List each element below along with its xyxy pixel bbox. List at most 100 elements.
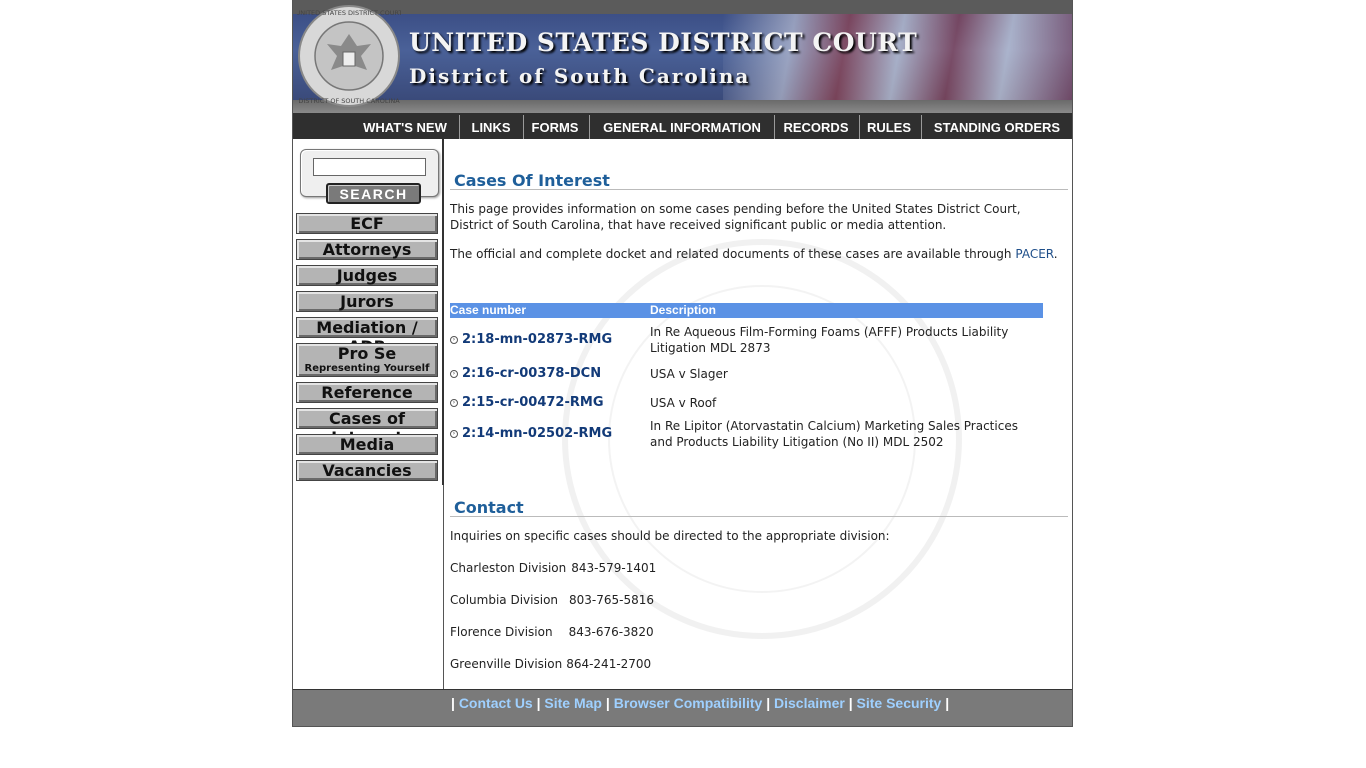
sidebar-item-label: ECF <box>350 214 384 233</box>
nav-standing-orders[interactable]: STANDING ORDERS <box>927 113 1067 139</box>
nav-rules[interactable]: RULES <box>864 113 914 139</box>
footer-link-site-map[interactable]: Site Map <box>544 695 602 711</box>
footer-separator: | <box>945 695 950 711</box>
nav-separator <box>459 115 460 139</box>
sidebar-item-cases-of-interest[interactable]: Cases of Interest <box>296 408 438 447</box>
footer-separator: | <box>451 695 455 711</box>
table-row: › 2:15-cr-00472-RMG USA v Roof <box>450 394 1043 414</box>
search-panel: SEARCH <box>300 149 439 204</box>
nav-links[interactable]: LINKS <box>464 113 518 139</box>
case-link[interactable]: 2:15-cr-00472-RMG <box>462 395 603 410</box>
case-description: In Re Lipitor (Atorvastatin Calcium) Mar… <box>650 419 1018 449</box>
search-input[interactable] <box>313 158 426 176</box>
column-header-case-number: Case number <box>450 303 527 317</box>
sidebar-item-label: Vacancies <box>322 461 412 480</box>
docket-sentence: The official and complete docket and rel… <box>450 247 1016 261</box>
division-name: Florence Division <box>450 625 553 639</box>
sidebar-item-label: Reference <box>321 383 413 402</box>
division-phone: 843-676-3820 <box>568 625 654 639</box>
table-row: › 2:14-mn-02502-RMG In Re Lipitor (Atorv… <box>450 418 1043 450</box>
page-frame: UNITED STATES DISTRICT COURT DISTRICT OF… <box>292 0 1073 727</box>
case-link[interactable]: 2:18-mn-02873-RMG <box>462 332 612 347</box>
header-banner: UNITED STATES DISTRICT COURT DISTRICT OF… <box>293 0 1072 113</box>
bullet-icon: › <box>450 370 458 378</box>
footer-link-browser-compatibility[interactable]: Browser Compatibility <box>614 695 763 711</box>
sidebar-item-label: Jurors <box>340 292 394 311</box>
intro-text: This page provides information on some c… <box>450 202 1021 232</box>
footer-separator: | <box>766 695 771 711</box>
division-contact: Columbia Division 803-765-5816 <box>450 593 654 607</box>
search-button[interactable]: SEARCH <box>326 183 421 204</box>
bullet-icon: › <box>450 430 458 438</box>
division-phone: 803-765-5816 <box>569 593 655 607</box>
heading-divider <box>450 189 1068 190</box>
docket-period: . <box>1053 247 1058 261</box>
contact-heading: Contact <box>454 498 524 517</box>
sidebar-item-sublabel: Representing Yourself <box>304 363 430 374</box>
svg-text:UNITED STATES DISTRICT COURT: UNITED STATES DISTRICT COURT <box>297 9 401 17</box>
sidebar-item-judges[interactable]: Judges <box>296 265 438 286</box>
contact-divider <box>450 516 1068 517</box>
case-description: USA v Slager <box>650 367 728 381</box>
case-link[interactable]: 2:14-mn-02502-RMG <box>462 426 612 441</box>
division-contact: Greenville Division 864-241-2700 <box>450 657 651 671</box>
footer-link-contact-us[interactable]: Contact Us <box>459 695 533 711</box>
district-title: District of South Carolina <box>409 64 751 88</box>
pacer-link[interactable]: PACER <box>1015 247 1053 261</box>
top-navigation: WHAT'S NEW LINKS FORMS GENERAL INFORMATI… <box>293 113 1072 139</box>
nav-general-information[interactable]: GENERAL INFORMATION <box>595 113 769 139</box>
table-row: › 2:16-cr-00378-DCN USA v Slager <box>450 365 1043 385</box>
division-phone: 864-241-2700 <box>566 657 652 671</box>
division-name: Charleston Division <box>450 561 567 575</box>
sidebar-item-label: Attorneys <box>322 240 412 259</box>
sidebar-item-vacancies[interactable]: Vacancies <box>296 460 438 481</box>
nav-forms[interactable]: FORMS <box>527 113 583 139</box>
division-name: Columbia Division <box>450 593 559 607</box>
bullet-icon: › <box>450 399 458 407</box>
sidebar-item-label: Judges <box>336 266 398 285</box>
sidebar-item-media[interactable]: Media <box>296 434 438 455</box>
case-description: In Re Aqueous Film-Forming Foams (AFFF) … <box>650 325 1009 355</box>
nav-separator <box>589 115 590 139</box>
table-header: Case number Description <box>450 303 1043 318</box>
sidebar-item-attorneys[interactable]: Attorneys <box>296 239 438 260</box>
nav-separator <box>774 115 775 139</box>
sidebar-item-ecf[interactable]: ECF <box>296 213 438 234</box>
main-content: Cases Of Interest This page provides inf… <box>444 139 1072 689</box>
nav-separator <box>523 115 524 139</box>
contact-intro: Inquiries on specific cases should be di… <box>450 529 890 543</box>
nav-records[interactable]: RECORDS <box>779 113 853 139</box>
docket-text: The official and complete docket and rel… <box>450 246 1060 262</box>
flag-graphic <box>723 14 1072 100</box>
footer-separator: | <box>605 695 610 711</box>
division-contact: Charleston Division 843-579-1401 <box>450 561 656 575</box>
case-link[interactable]: 2:16-cr-00378-DCN <box>462 366 601 381</box>
nav-separator <box>859 115 860 139</box>
nav-separator <box>921 115 922 139</box>
division-phone: 843-579-1401 <box>571 561 657 575</box>
page-title: Cases Of Interest <box>454 171 610 190</box>
footer-link-site-security[interactable]: Site Security <box>857 695 942 711</box>
court-seal-logo: UNITED STATES DISTRICT COURT DISTRICT OF… <box>297 5 401 107</box>
court-title: UNITED STATES DISTRICT COURT <box>409 28 918 57</box>
footer-separator: | <box>848 695 853 711</box>
sidebar-item-pro-se[interactable]: Pro Se Representing Yourself <box>296 343 438 377</box>
footer-link-disclaimer[interactable]: Disclaimer <box>774 695 845 711</box>
table-row: › 2:18-mn-02873-RMG In Re Aqueous Film-F… <box>450 324 1043 356</box>
left-sidebar: SEARCH ECF Attorneys Judges Jurors Media… <box>293 139 444 689</box>
sidebar-item-label: Media <box>339 435 395 454</box>
division-name: Greenville Division <box>450 657 563 671</box>
sidebar-item-label: Pro Se <box>337 344 397 363</box>
sidebar-item-jurors[interactable]: Jurors <box>296 291 438 312</box>
column-header-description: Description <box>650 303 717 317</box>
sidebar-item-mediation-adr[interactable]: Mediation / ADR <box>296 317 438 356</box>
footer-separator: | <box>536 695 541 711</box>
sidebar-item-reference[interactable]: Reference <box>296 382 438 403</box>
bullet-icon: › <box>450 336 458 344</box>
svg-text:DISTRICT OF SOUTH CAROLINA: DISTRICT OF SOUTH CAROLINA <box>298 97 400 105</box>
footer-links: | Contact Us | Site Map | Browser Compat… <box>451 695 949 711</box>
division-contact: Florence Division 843-676-3820 <box>450 625 654 639</box>
footer: | Contact Us | Site Map | Browser Compat… <box>293 689 1072 726</box>
case-description: USA v Roof <box>650 396 717 410</box>
nav-whats-new[interactable]: WHAT'S NEW <box>355 113 455 139</box>
